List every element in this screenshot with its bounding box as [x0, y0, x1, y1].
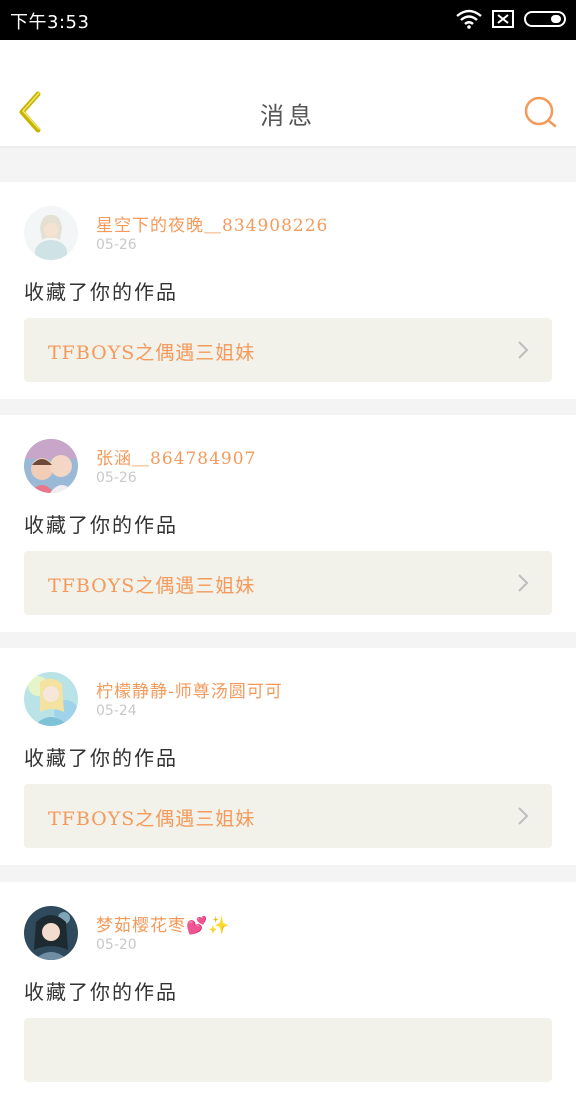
avatar[interactable]	[24, 672, 78, 726]
message-date: 05-26	[96, 237, 137, 253]
work-title: TFBOYS之偶遇三姐妹	[48, 808, 256, 830]
message-card: 星空下的夜晚＿834908226 05-26 收藏了你的作品 TFBOYS之偶遇…	[0, 182, 576, 399]
work-link[interactable]: TFBOYS之偶遇三姐妹	[24, 318, 552, 382]
username[interactable]: 柠檬静静-师尊汤圆可可	[96, 677, 283, 702]
username[interactable]: 星空下的夜晚＿834908226	[96, 211, 328, 236]
work-title: TFBOYS之偶遇三姐妹	[48, 342, 256, 364]
message-date: 05-20	[96, 937, 137, 953]
username[interactable]: 张涵＿864784907	[96, 444, 256, 469]
avatar[interactable]	[24, 906, 78, 960]
work-link[interactable]: TFBOYS之偶遇三姐妹	[24, 784, 552, 848]
chevron-right-icon	[518, 574, 529, 592]
action-text: 收藏了你的作品	[24, 280, 178, 304]
avatar[interactable]	[24, 439, 78, 493]
app-header: 消息	[0, 40, 576, 148]
page-title: 消息	[260, 102, 316, 130]
status-bar: 下午3:53	[0, 0, 576, 40]
status-icons	[446, 9, 566, 29]
message-card: 梦茹樱花枣💕✨ 05-20 收藏了你的作品	[0, 882, 576, 1099]
message-card: 柠檬静静-师尊汤圆可可 05-24 收藏了你的作品 TFBOYS之偶遇三姐妹	[0, 648, 576, 865]
message-date: 05-26	[96, 470, 137, 486]
work-link[interactable]: TFBOYS之偶遇三姐妹	[24, 551, 552, 615]
work-title: TFBOYS之偶遇三姐妹	[48, 575, 256, 597]
action-text: 收藏了你的作品	[24, 746, 178, 770]
status-time: 下午3:53	[10, 12, 90, 33]
action-text: 收藏了你的作品	[24, 980, 178, 1004]
work-link[interactable]	[24, 1018, 552, 1082]
chevron-right-icon	[518, 807, 529, 825]
message-date: 05-24	[96, 703, 137, 719]
username[interactable]: 梦茹樱花枣💕✨	[96, 911, 230, 936]
battery-icon	[524, 11, 566, 27]
search-icon[interactable]	[522, 94, 558, 130]
chevron-right-icon	[518, 341, 529, 359]
message-card: 张涵＿864784907 05-26 收藏了你的作品 TFBOYS之偶遇三姐妹	[0, 415, 576, 632]
sim-icon	[492, 10, 514, 28]
avatar[interactable]	[24, 206, 78, 260]
wifi-icon	[456, 9, 482, 29]
action-text: 收藏了你的作品	[24, 513, 178, 537]
